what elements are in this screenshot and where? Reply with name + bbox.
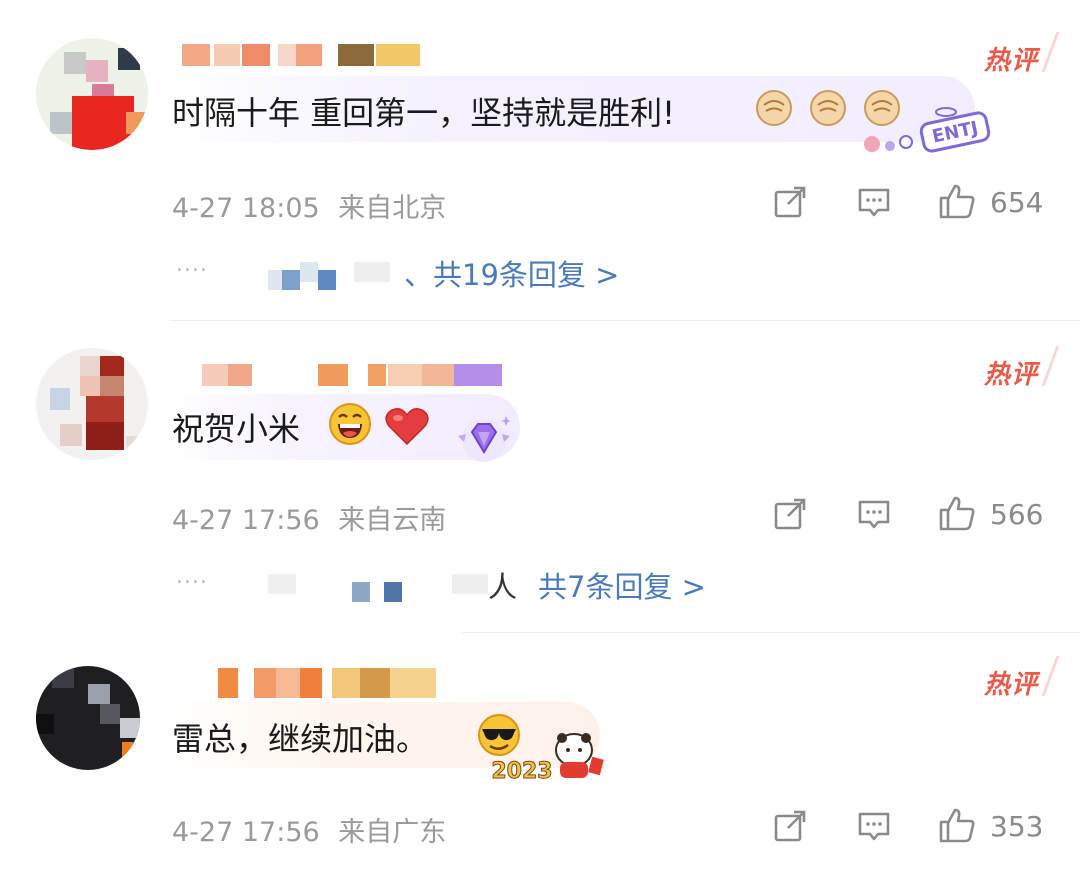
entj-sticker: ENTJ <box>864 107 991 153</box>
comment-text: 祝贺小米 <box>172 410 301 448</box>
diamond-badge-sticker <box>458 416 511 462</box>
like-count: 353 <box>990 810 1044 843</box>
comment-item: 热评 时隔十年 重回第一，坚持就是胜利! ENTJ 4-27 18:05 来自北… <box>0 0 1080 320</box>
comment-text: 雷总，继续加油。 <box>172 720 429 758</box>
comment-meta: 4-27 17:56 来自云南 <box>172 498 456 537</box>
like-icon[interactable] <box>938 182 976 220</box>
comment-meta: 4-27 17:56 来自广东 <box>172 810 456 849</box>
comment-location: 来自北京 <box>338 193 447 224</box>
hot-comment-badge: 热评 <box>984 664 1038 701</box>
username[interactable] <box>180 668 450 698</box>
reply-count-link[interactable]: 共7条回复 > <box>538 564 706 606</box>
svg-text:2023: 2023 <box>491 759 552 784</box>
comment-icon[interactable] <box>856 496 892 532</box>
share-icon[interactable] <box>772 808 808 844</box>
reply-summary[interactable]: .... 、共19条回复 > <box>172 252 872 292</box>
comment-meta: 4-27 18:05 来自北京 <box>172 186 456 225</box>
share-icon[interactable] <box>772 496 808 532</box>
comment-time: 4-27 17:56 <box>172 505 320 536</box>
comment-text: 时隔十年 重回第一，坚持就是胜利! <box>172 94 676 132</box>
comment-time: 4-27 17:56 <box>172 817 320 848</box>
fist-icon <box>756 90 792 126</box>
avatar[interactable] <box>36 348 148 460</box>
share-icon[interactable] <box>772 184 808 220</box>
username[interactable] <box>180 44 450 72</box>
reply-summary[interactable]: .... 人 共7条回复 > <box>172 564 872 604</box>
reply-suffix: 人 <box>488 570 518 604</box>
comment-icon[interactable] <box>856 184 892 220</box>
2023-sticker: 2023 <box>491 733 604 785</box>
hot-comment-badge: 热评 <box>984 354 1038 391</box>
grin-face-icon <box>329 403 371 445</box>
comment-location: 来自云南 <box>338 505 447 536</box>
red-heart-icon <box>385 408 429 446</box>
comment-time: 4-27 18:05 <box>172 193 320 224</box>
like-icon[interactable] <box>938 806 976 844</box>
more-dots: .... <box>176 252 208 277</box>
avatar[interactable] <box>36 38 148 150</box>
more-dots: .... <box>176 564 208 589</box>
comment-item: 热评 祝贺小米 4-27 17:56 来自云南 566 .... 人 共7条回复… <box>0 320 1080 632</box>
hot-comment-badge: 热评 <box>984 40 1038 77</box>
like-icon[interactable] <box>938 494 976 532</box>
like-count: 654 <box>990 186 1044 219</box>
like-count: 566 <box>990 498 1044 531</box>
comment-icon[interactable] <box>856 808 892 844</box>
comment-location: 来自广东 <box>338 817 447 848</box>
username[interactable] <box>180 364 502 392</box>
fist-icon <box>810 90 846 126</box>
comment-item: 热评 雷总，继续加油。 2023 4-27 17:56 来自广东 353 <box>0 632 1080 873</box>
reply-count-link[interactable]: 、共19条回复 > <box>404 252 619 294</box>
avatar[interactable] <box>36 666 140 770</box>
